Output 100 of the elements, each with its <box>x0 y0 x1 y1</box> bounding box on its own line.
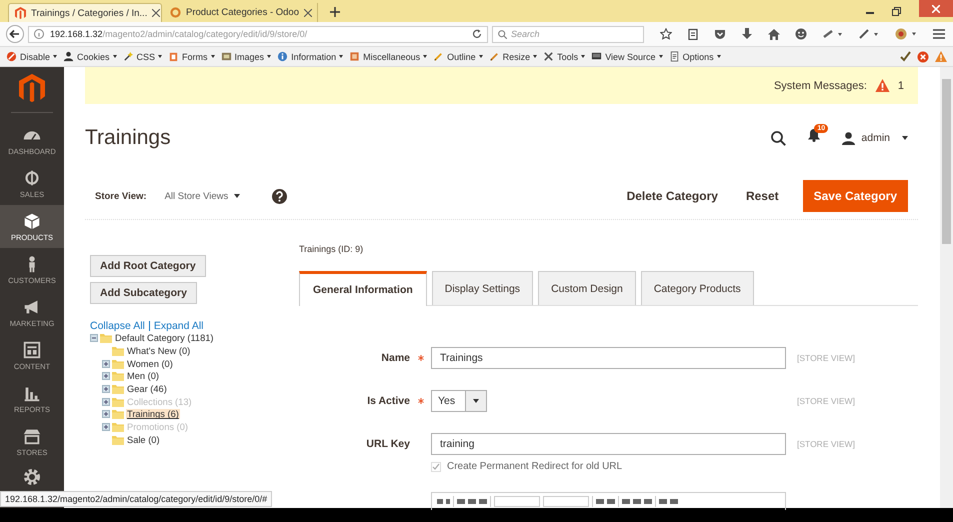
system-messages-label: System Messages: <box>774 80 867 92</box>
toolbar-menu[interactable]: CSS <box>122 51 162 62</box>
select-field[interactable]: Yes <box>431 390 487 412</box>
image-icon <box>220 51 232 62</box>
info-icon <box>277 51 288 62</box>
tree-link[interactable]: Collapse All <box>90 320 145 332</box>
logo-icon <box>19 73 45 103</box>
status-url: 192.168.1.32/magento2/admin/catalog/category/edit/id/9/store/0/# <box>0 491 272 507</box>
toolbar-menu[interactable]: Tools <box>543 51 586 62</box>
toolbar-menu[interactable]: Resize <box>488 51 538 62</box>
category-heading: Trainings (ID: 9) <box>299 244 364 256</box>
checkbox[interactable] <box>431 462 441 472</box>
menu-icon[interactable] <box>932 29 945 39</box>
folder-icon <box>100 333 112 344</box>
toolbar-menu[interactable]: Outline <box>433 51 483 62</box>
monitor-icon <box>591 51 602 62</box>
store-view-dropdown[interactable]: All Store Views <box>164 190 228 202</box>
restore-icon[interactable] <box>892 6 901 16</box>
toolbar-menu[interactable]: Miscellaneous <box>349 51 428 62</box>
browser-tab[interactable]: Trainings / Categories / In... <box>8 3 162 22</box>
person-icon <box>63 51 74 62</box>
search-icon[interactable] <box>771 130 786 146</box>
tree-item[interactable]: Trainings (6) <box>126 409 180 420</box>
tree-item[interactable]: Gear (46) <box>126 384 168 394</box>
tree-item[interactable]: What's New (0) <box>126 346 192 356</box>
layout-icon <box>22 340 42 358</box>
download-icon[interactable] <box>742 28 752 40</box>
toolbar-menu[interactable]: Cookies <box>63 51 117 62</box>
clipboard-icon[interactable] <box>688 28 698 40</box>
reload-icon[interactable] <box>472 29 482 39</box>
close-window-button[interactable] <box>919 0 953 17</box>
folder-icon <box>112 422 124 432</box>
folder-icon <box>112 409 124 420</box>
field-label: Is Active <box>366 395 410 407</box>
address-field[interactable]: 192.168.1.32/magento2/admin/catalog/category/edit/id/9/store/0/ <box>28 26 488 42</box>
save-button[interactable]: Save Category <box>802 180 908 212</box>
tab[interactable]: Custom Design <box>538 271 636 305</box>
checkbox-label: Create Permanent Redirect for old URL <box>447 461 622 472</box>
help-icon[interactable] <box>272 188 288 204</box>
tools-icon <box>543 51 554 62</box>
tree-item[interactable]: Default Category (1181) <box>114 333 215 344</box>
toolbar-menu[interactable]: Forms <box>168 51 215 62</box>
field-label: URL Key <box>365 438 410 450</box>
expand-icon[interactable] <box>102 385 110 394</box>
toolbar-menu[interactable]: View Source <box>591 51 663 62</box>
badge-icon[interactable] <box>895 28 917 40</box>
folder-icon <box>112 371 124 382</box>
home-icon[interactable] <box>768 28 780 40</box>
document-icon <box>668 51 680 62</box>
page-title: Trainings <box>85 126 171 150</box>
tree-link[interactable]: Expand All <box>154 320 204 332</box>
back-icon[interactable] <box>6 25 24 43</box>
box-icon <box>349 51 360 62</box>
expand-icon[interactable] <box>102 360 110 368</box>
folder-icon <box>112 384 124 394</box>
close-icon <box>932 4 940 12</box>
action-button[interactable]: Reset <box>742 183 783 209</box>
store-view-label: Store View: <box>95 190 147 202</box>
expand-icon[interactable] <box>102 372 110 380</box>
tab[interactable]: Display Settings <box>432 271 534 305</box>
category-button[interactable]: Add Root Category <box>90 255 206 277</box>
tree-item[interactable]: Men (0) <box>126 371 160 382</box>
tree-item[interactable]: Sale (0) <box>126 434 161 445</box>
smiley-icon[interactable] <box>795 28 808 40</box>
expand-icon[interactable] <box>102 410 110 418</box>
user-icon <box>842 132 856 144</box>
tree-item[interactable]: Women (0) <box>126 358 174 369</box>
field-label: Name <box>380 352 410 364</box>
caret-icon <box>902 136 908 140</box>
tab[interactable]: Category Products <box>640 271 754 305</box>
folder-icon <box>112 396 124 407</box>
close-icon[interactable] <box>152 9 160 17</box>
info-icon <box>34 29 44 39</box>
text-field[interactable]: Trainings <box>431 347 786 369</box>
separator-bar <box>148 321 150 331</box>
toolbar-menu[interactable]: Options <box>668 51 721 62</box>
scope-label: [STORE VIEW] <box>797 396 855 406</box>
star-icon[interactable] <box>660 28 672 40</box>
scrollbar[interactable] <box>940 67 953 508</box>
category-button[interactable]: Add Subcategory <box>90 282 197 304</box>
warning-icon[interactable] <box>874 79 890 92</box>
message-count[interactable]: 1 <box>898 80 904 92</box>
settings-icon[interactable] <box>23 468 41 486</box>
toolbar-menu[interactable]: Disable <box>6 51 58 62</box>
collapse-icon[interactable] <box>90 334 98 342</box>
toolbar-menu[interactable]: Images <box>220 51 272 62</box>
ring-icon <box>170 7 181 18</box>
text-field[interactable]: training <box>431 433 786 455</box>
tab[interactable]: General Information <box>299 271 427 306</box>
caret-icon <box>234 194 240 198</box>
user-menu[interactable]: admin <box>861 132 890 144</box>
folder-icon <box>112 358 124 369</box>
close-icon[interactable] <box>304 8 312 16</box>
new-tab-icon[interactable] <box>330 7 340 17</box>
folder-icon <box>112 434 124 445</box>
shield-icon[interactable] <box>714 28 726 40</box>
action-button[interactable]: Delete Category <box>622 183 722 209</box>
toolbar-menu[interactable]: Information <box>277 51 344 62</box>
logo-icon <box>15 7 26 19</box>
scope-label: [STORE VIEW] <box>797 353 855 363</box>
